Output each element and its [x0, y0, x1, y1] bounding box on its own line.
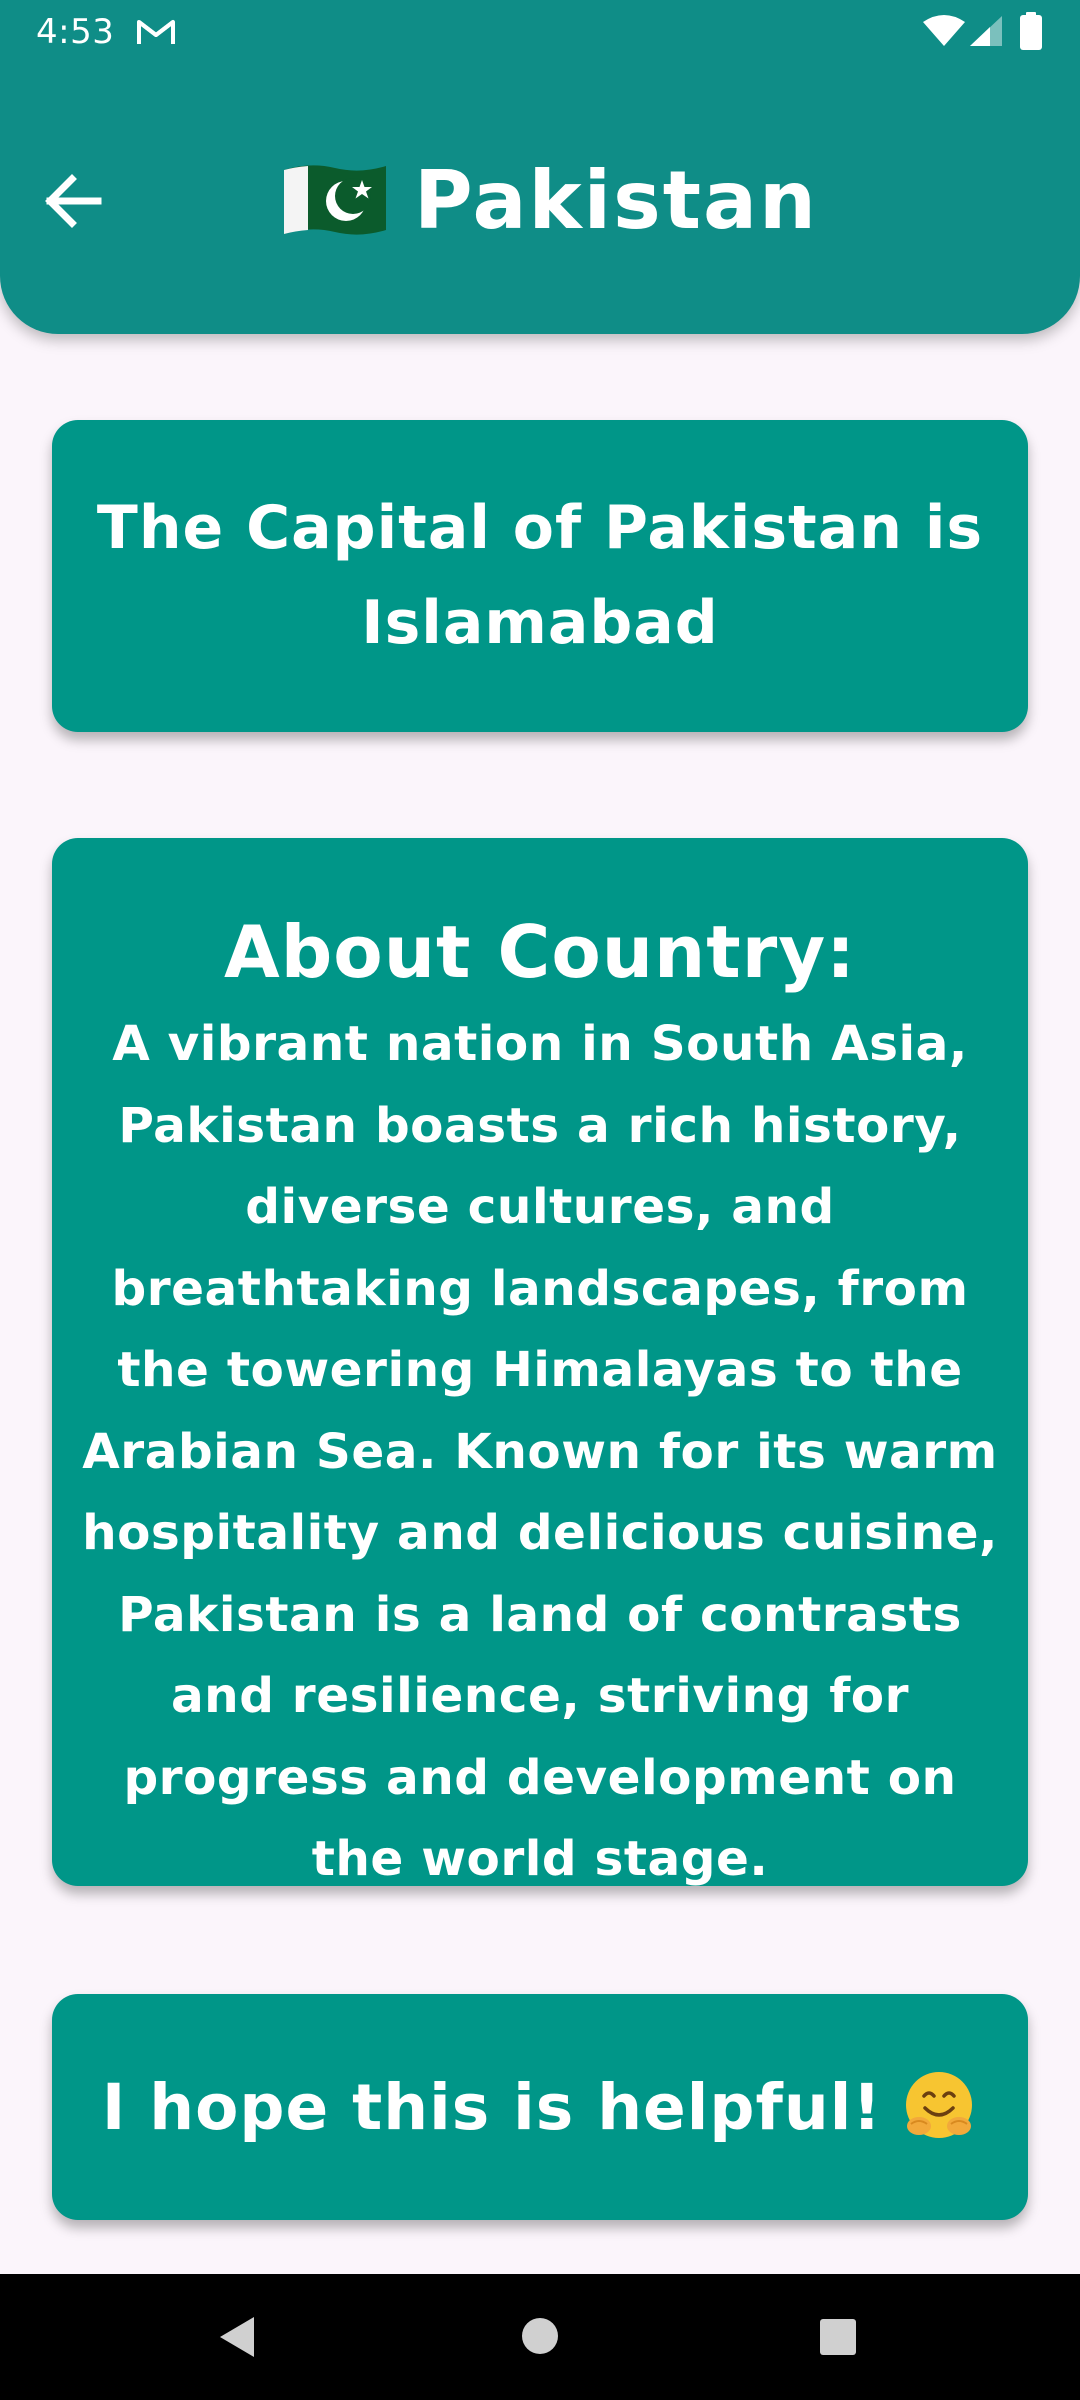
hugging-face-icon [906, 2072, 973, 2138]
wifi-icon [923, 15, 965, 46]
back-button[interactable] [30, 158, 116, 244]
arrow-left-icon [45, 174, 102, 228]
pakistan-flag-icon [284, 165, 386, 235]
title-group: Pakistan [280, 140, 818, 260]
nav-recents-icon[interactable] [818, 2317, 858, 2357]
navigation-bar [0, 2274, 1080, 2400]
capital-text: The Capital of Pakistan is Islamabad [96, 493, 984, 658]
capital-card: The Capital of Pakistan is Islamabad [52, 420, 1028, 732]
app-bar: 4:53 Pakistan [0, 0, 1080, 334]
battery-icon [1020, 12, 1042, 50]
helpful-text: I hope this is helpful! [101, 2070, 883, 2144]
about-card: About Country: A vibrant nation in South… [52, 838, 1028, 1887]
status-time: 4:53 [36, 12, 115, 52]
about-heading: About Country: [224, 910, 856, 994]
nav-home-icon[interactable] [520, 2316, 560, 2356]
about-body: A vibrant nation in South Asia, Pakistan… [82, 1016, 998, 1887]
screen: 4:53 Pakistan The Capital of Pakistan is… [0, 0, 1080, 2400]
gmail-icon [137, 20, 175, 44]
helpful-card: I hope this is helpful! [52, 1994, 1028, 2220]
signal-icon [970, 16, 1002, 46]
page-title: Pakistan [414, 153, 818, 247]
nav-back-icon[interactable] [214, 2314, 260, 2360]
status-bar: 4:53 [0, 0, 1080, 64]
